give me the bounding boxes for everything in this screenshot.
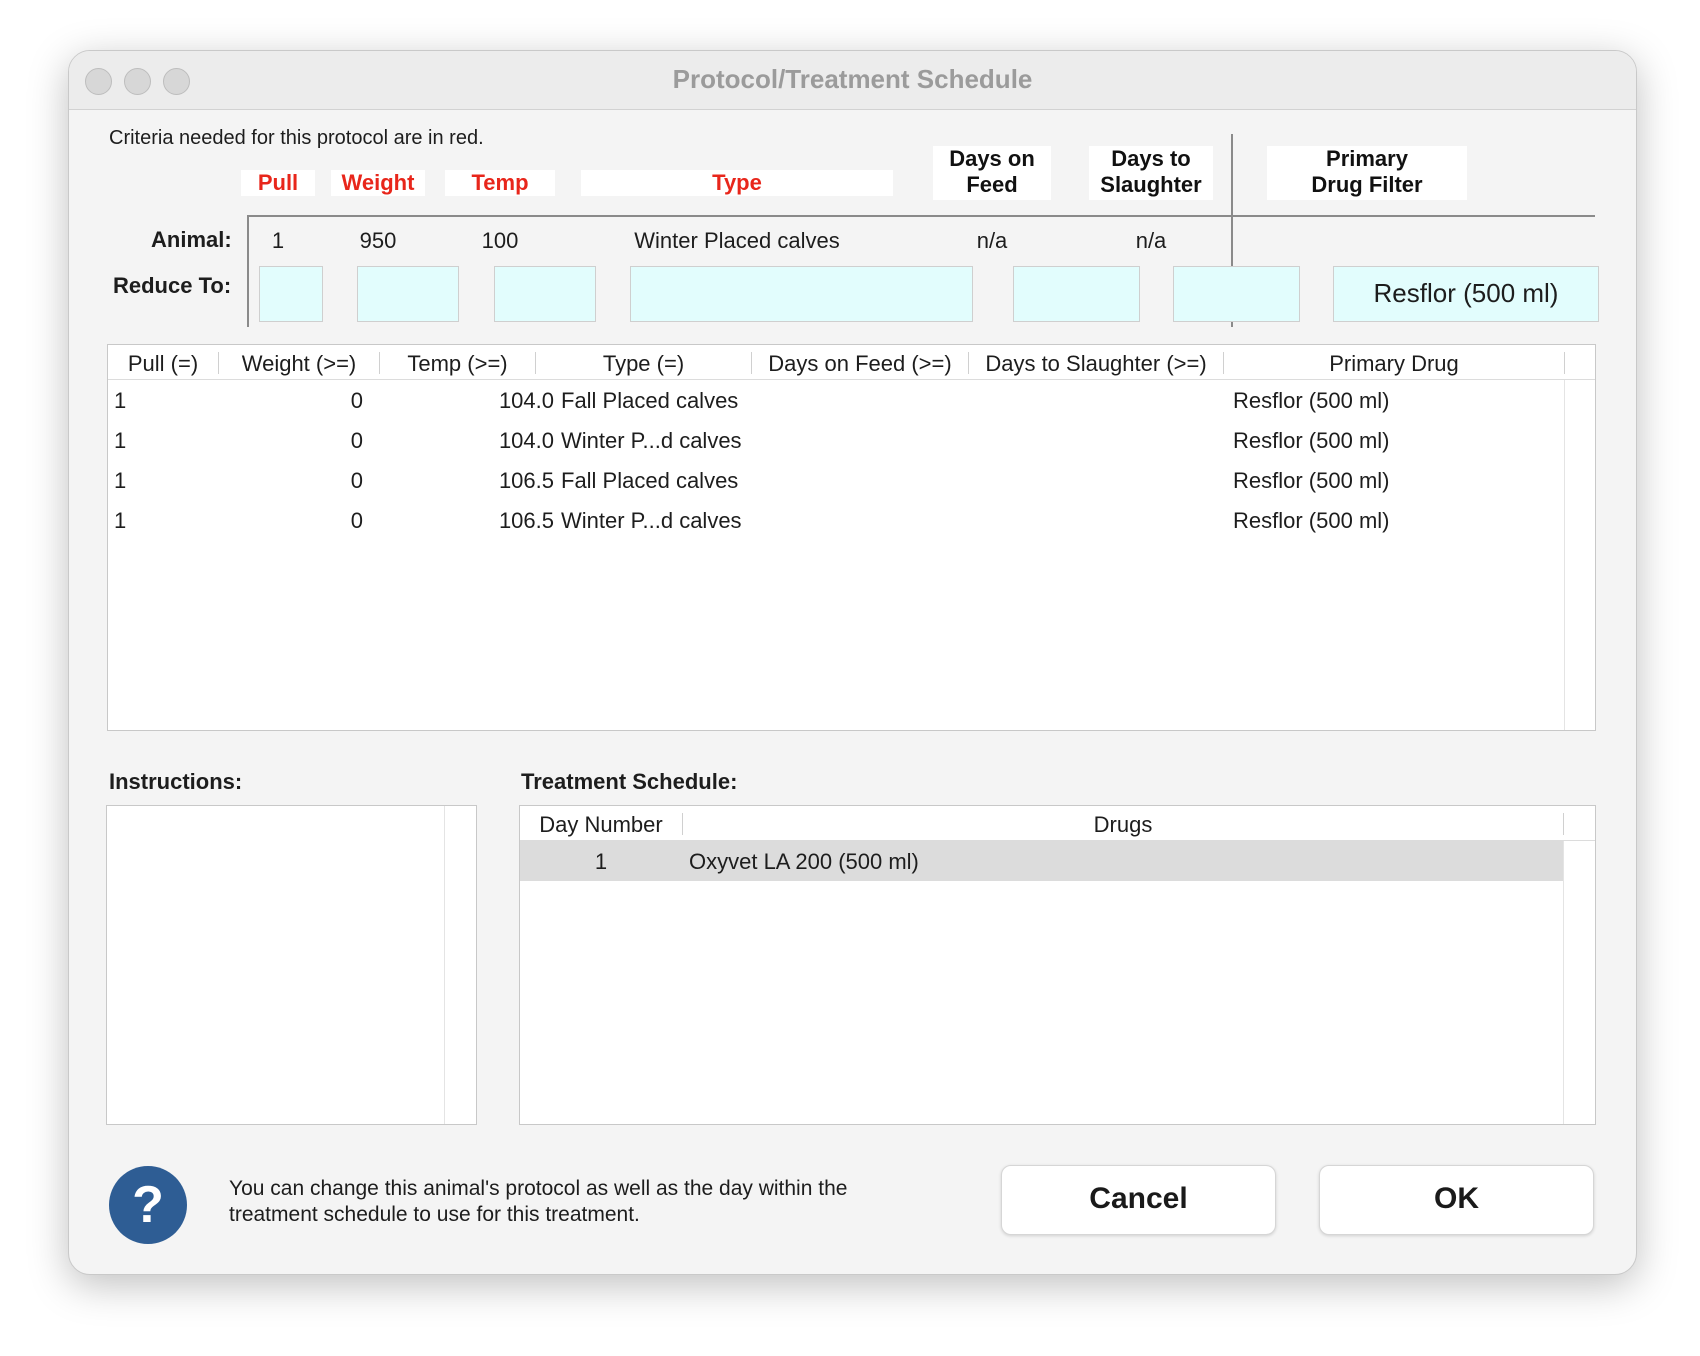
animal-row-label: Animal: (151, 227, 232, 252)
instructions-scrollbar[interactable] (444, 806, 445, 1124)
column-separator (1563, 813, 1564, 835)
cancel-button[interactable]: Cancel (1001, 1165, 1276, 1235)
help-text-line1: You can change this animal's protocol as… (229, 1177, 848, 1200)
criteria-note: Criteria needed for this protocol are in… (109, 127, 484, 149)
table-row-selected[interactable]: 1 Oxyvet LA 200 (500 ml) (520, 841, 1563, 881)
cell-primary-drug: Resflor (500 ml) (1233, 508, 1390, 533)
column-header-days-on-feed[interactable]: Days on Feed (>=) (752, 351, 968, 377)
criteria-top-divider (247, 215, 1595, 217)
reduce-pull-input[interactable] (259, 266, 323, 322)
reduce-days-on-feed-input[interactable] (1013, 266, 1140, 322)
cell-temp: 104.0 (498, 428, 554, 453)
header-days-to-slaughter: Days to Slaughter (1089, 146, 1213, 200)
help-text: You can change this animal's protocol as… (229, 1176, 847, 1228)
cell-pull: 1 (114, 468, 127, 493)
animal-type-value: Winter Placed calves (634, 228, 840, 253)
cell-temp: 106.5 (498, 468, 554, 493)
protocol-table: Pull (=) Weight (>=) Temp (>=) Type (=) … (107, 344, 1596, 731)
header-pull: Pull (241, 170, 315, 196)
table-row[interactable]: 1 0 106.5 Fall Placed calves Resflor (50… (108, 460, 1564, 500)
reduce-days-to-slaughter-input[interactable] (1173, 266, 1300, 322)
reduce-to-row-label: Reduce To: (113, 273, 232, 298)
reduce-type-input[interactable] (630, 266, 973, 322)
cell-temp: 104.0 (498, 388, 554, 413)
column-header-drugs[interactable]: Drugs (683, 812, 1563, 838)
treatment-schedule-header: Day Number Drugs (520, 806, 1595, 841)
treatment-schedule-table: Day Number Drugs 1 Oxyvet LA 200 (500 ml… (519, 805, 1596, 1125)
header-weight: Weight (331, 170, 425, 196)
cell-type: Fall Placed calves (561, 388, 739, 413)
reduce-weight-input[interactable] (357, 266, 459, 322)
instructions-textarea[interactable] (106, 805, 477, 1125)
header-days-to-slaughter-line2: Slaughter (1100, 172, 1202, 197)
animal-temp-value: 100 (481, 228, 519, 253)
column-header-primary-drug[interactable]: Primary Drug (1224, 351, 1564, 377)
column-header-day-number[interactable]: Day Number (520, 812, 682, 838)
window-title: Protocol/Treatment Schedule (672, 64, 1033, 94)
cell-type: Fall Placed calves (561, 468, 739, 493)
table-row[interactable]: 1 0 104.0 Fall Placed calves Resflor (50… (108, 380, 1564, 420)
animal-days-to-slaughter-value: n/a (1135, 228, 1167, 253)
animal-pull-value: 1 (271, 228, 285, 253)
vertical-scrollbar[interactable] (1563, 841, 1564, 1124)
column-header-weight[interactable]: Weight (>=) (219, 351, 379, 377)
cell-weight: 0 (350, 468, 363, 493)
header-days-to-slaughter-line1: Days to (1111, 146, 1191, 171)
column-header-temp[interactable]: Temp (>=) (380, 351, 535, 377)
column-header-type[interactable]: Type (=) (536, 351, 751, 377)
header-temp: Temp (445, 170, 555, 196)
table-row[interactable]: 1 0 106.5 Winter P...d calves Resflor (5… (108, 500, 1564, 540)
cell-drugs: Oxyvet LA 200 (500 ml) (689, 849, 919, 874)
protocol-table-header: Pull (=) Weight (>=) Temp (>=) Type (=) … (108, 345, 1595, 380)
cell-primary-drug: Resflor (500 ml) (1233, 468, 1390, 493)
column-header-days-to-slaughter[interactable]: Days to Slaughter (>=) (969, 351, 1223, 377)
cell-weight: 0 (350, 388, 363, 413)
header-days-on-feed-line2: Feed (966, 172, 1018, 197)
cell-day-number: 1 (594, 849, 608, 874)
cell-primary-drug: Resflor (500 ml) (1233, 388, 1390, 413)
cell-pull: 1 (114, 388, 127, 413)
ok-button[interactable]: OK (1319, 1165, 1594, 1235)
vertical-scrollbar[interactable] (1564, 380, 1565, 730)
column-separator (1564, 352, 1565, 374)
instructions-label: Instructions: (109, 769, 243, 794)
table-row[interactable]: 1 0 104.0 Winter P...d calves Resflor (5… (108, 420, 1564, 460)
cell-pull: 1 (114, 508, 127, 533)
dialog-window: Protocol/Treatment Schedule Criteria nee… (68, 50, 1637, 1275)
cell-pull: 1 (114, 428, 127, 453)
cell-weight: 0 (350, 428, 363, 453)
help-text-line2: treatment schedule to use for this treat… (229, 1203, 640, 1226)
cell-type: Winter P...d calves (561, 508, 742, 533)
reduce-temp-input[interactable] (494, 266, 596, 322)
column-header-pull[interactable]: Pull (=) (108, 351, 218, 377)
cell-type: Winter P...d calves (561, 428, 742, 453)
header-primary-drug-filter: Primary Drug Filter (1267, 146, 1467, 200)
cell-primary-drug: Resflor (500 ml) (1233, 428, 1390, 453)
animal-weight-value: 950 (359, 228, 397, 253)
animal-days-on-feed-value: n/a (976, 228, 1008, 253)
cell-temp: 106.5 (498, 508, 554, 533)
help-icon[interactable]: ? (109, 1166, 187, 1244)
header-days-on-feed: Days on Feed (933, 146, 1051, 200)
primary-drug-filter-select[interactable]: Resflor (500 ml) (1333, 266, 1599, 322)
cell-weight: 0 (350, 508, 363, 533)
treatment-schedule-label: Treatment Schedule: (521, 769, 738, 794)
title-bar: Protocol/Treatment Schedule (69, 51, 1636, 110)
header-primary-drug-filter-line1: Primary (1326, 146, 1408, 171)
header-primary-drug-filter-line2: Drug Filter (1311, 172, 1423, 197)
header-days-on-feed-line1: Days on (949, 146, 1035, 171)
header-type: Type (581, 170, 893, 196)
